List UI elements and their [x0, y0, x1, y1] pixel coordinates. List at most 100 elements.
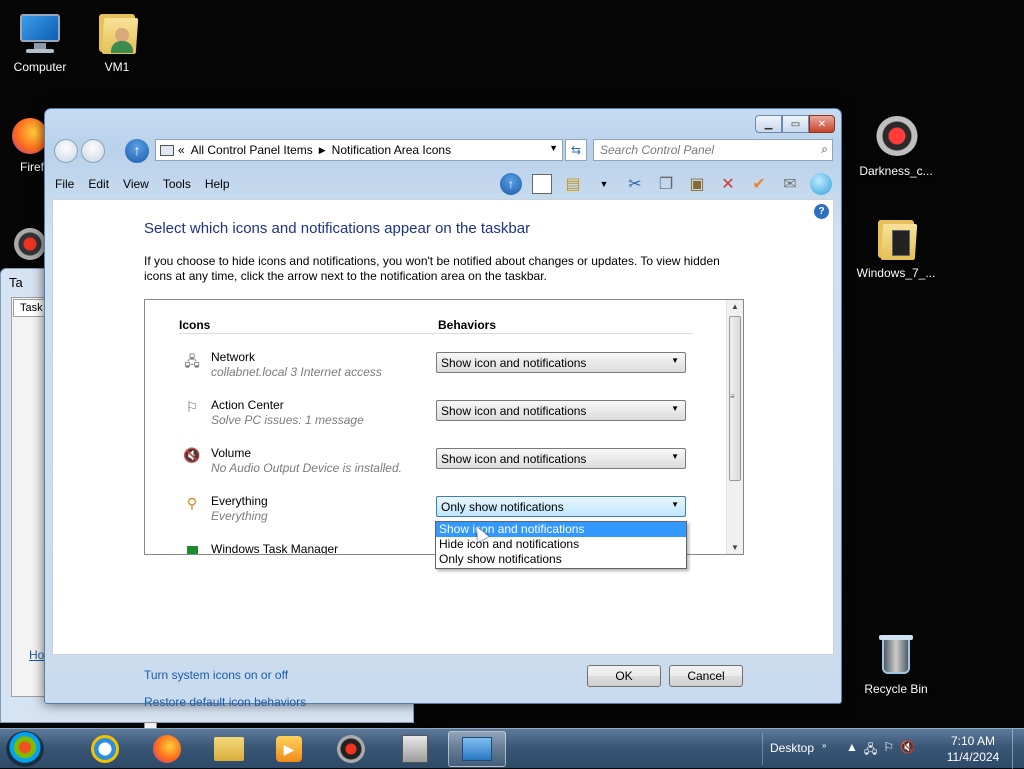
taskbar-windows-explorer[interactable]: [200, 731, 258, 767]
cancel-button[interactable]: Cancel: [669, 665, 743, 687]
taskbar-task-manager[interactable]: [386, 731, 444, 767]
desktop-icon-label: VM1: [104, 60, 130, 74]
clock-time: 7:10 AM: [950, 734, 996, 748]
toolbar-delete-button[interactable]: ✕: [714, 172, 742, 196]
toolbar-properties-button[interactable]: ▤: [559, 172, 587, 196]
folder-icon: [214, 737, 244, 761]
ok-button[interactable]: OK: [587, 665, 661, 687]
toolbar-pane-button[interactable]: [528, 172, 556, 196]
desktop-icon-firefox-partial[interactable]: Firef: [0, 118, 48, 174]
breadcrumb-all-control-panel-items[interactable]: All Control Panel Items: [191, 143, 313, 157]
taskbar-media-player[interactable]: ▶: [260, 731, 318, 767]
list-scrollbar[interactable]: ▲ ≡ ▼: [726, 300, 743, 554]
forward-button[interactable]: [81, 139, 105, 163]
list-item-action-center: ⚐ Action Center Solve PC issues: 1 messa…: [183, 396, 703, 436]
breadcrumb-separator-icon[interactable]: ▶: [319, 145, 326, 156]
page-title: Select which icons and notifications app…: [144, 220, 531, 237]
toolbar-mail-button[interactable]: ✉: [776, 172, 804, 196]
dropdown-option-hide[interactable]: Hide icon and notifications: [436, 537, 686, 552]
toolbar-cut-button[interactable]: ✂: [621, 172, 649, 196]
darkness-shortcut-partial-icon[interactable]: [14, 228, 46, 260]
taskbar-darkness[interactable]: [322, 731, 380, 767]
properties-icon: ▤: [565, 176, 581, 193]
behavior-select-action-center[interactable]: Show icon and notifications ▼: [436, 400, 686, 421]
desktop-icon-darkness[interactable]: Darkness_c...: [856, 112, 936, 178]
menu-help[interactable]: Help: [205, 177, 230, 191]
close-button[interactable]: ✕: [809, 115, 835, 133]
action-center-flag-icon[interactable]: ⚐: [883, 740, 894, 761]
chevron-down-icon: ▼: [671, 452, 679, 461]
tray-separator: [762, 733, 763, 765]
desktop-icon-recycle-bin[interactable]: Recycle Bin: [856, 630, 936, 696]
media-player-icon: ▶: [276, 736, 302, 762]
taskbar-internet-explorer[interactable]: [76, 731, 134, 767]
taskbar-clock[interactable]: 7:10 AM 11/4/2024: [938, 733, 1008, 765]
control-panel-icon: [462, 737, 492, 761]
back-button[interactable]: [54, 139, 78, 163]
list-item-volume: 🔇 Volume No Audio Output Device is insta…: [183, 444, 703, 484]
network-icon[interactable]: 🖧: [864, 740, 877, 761]
folder-icon: [872, 214, 920, 262]
notification-tray: ▲ 🖧 ⚐ 🔇: [846, 740, 921, 761]
flag-icon: ⚐: [185, 399, 199, 415]
behavior-select-volume[interactable]: Show icon and notifications ▼: [436, 448, 686, 469]
help-icon[interactable]: ?: [814, 204, 829, 219]
search-input[interactable]: Search Control Panel ⌕: [593, 139, 833, 161]
search-icon[interactable]: ⌕: [821, 142, 828, 157]
restore-defaults-link[interactable]: Restore default icon behaviors: [144, 695, 306, 709]
background-window-link[interactable]: Ho: [29, 648, 44, 662]
scroll-up-icon[interactable]: ▲: [731, 302, 739, 311]
up-arrow-icon: ↑: [500, 173, 522, 195]
user-folder-icon: [93, 8, 141, 56]
taskbar-control-panel[interactable]: [448, 731, 506, 767]
desktop-toolbar-chevron-icon[interactable]: »: [822, 741, 826, 750]
delete-x-icon: ✕: [721, 176, 735, 193]
computer-icon: [16, 8, 64, 56]
recycle-bin-icon: [872, 630, 920, 678]
toolbar-globe-button[interactable]: [807, 172, 835, 196]
turn-system-icons-link[interactable]: Turn system icons on or off: [144, 668, 288, 682]
up-level-button[interactable]: ↑: [125, 139, 149, 163]
desktop-icon-label: Firef: [20, 160, 44, 174]
select-value: Show icon and notifications: [441, 404, 587, 418]
toolbar-up-button[interactable]: ↑: [497, 172, 525, 196]
address-dropdown-icon[interactable]: ▼: [549, 143, 558, 153]
breadcrumb-notification-area-icons[interactable]: Notification Area Icons: [332, 143, 451, 157]
intro-text: If you choose to hide icons and notifica…: [144, 254, 720, 283]
maximize-button[interactable]: ▭: [782, 115, 809, 133]
toolbar-paste-button[interactable]: ▣: [683, 172, 711, 196]
icon-behavior-list[interactable]: Icons Behaviors 🖧 Network collabnet.loca…: [144, 299, 744, 555]
desktop-toolbar-label[interactable]: Desktop: [770, 741, 814, 755]
firefox-icon: [153, 735, 181, 763]
behavior-select-network[interactable]: Show icon and notifications ▼: [436, 352, 686, 373]
clock-date: 11/4/2024: [946, 750, 1000, 764]
notification-area-icons-window[interactable]: ▁ ▭ ✕ ↑ « All Control Panel Items ▶ Noti…: [44, 108, 842, 735]
toolbar-views-dropdown[interactable]: ▼: [590, 172, 618, 196]
taskbar-firefox[interactable]: [138, 731, 196, 767]
show-hidden-icons-icon[interactable]: ▲: [846, 740, 858, 761]
start-button[interactable]: [6, 731, 44, 767]
scissors-icon: ✂: [628, 176, 642, 193]
minimize-button[interactable]: ▁: [755, 115, 782, 133]
desktop-icon-vm1[interactable]: VM1: [77, 8, 157, 74]
behavior-select-everything[interactable]: Only show notifications ▼: [436, 496, 686, 517]
breadcrumb-root[interactable]: «: [178, 143, 185, 157]
scroll-down-icon[interactable]: ▼: [731, 543, 739, 552]
toolbar-check-button[interactable]: ✔: [745, 172, 773, 196]
row-name: Action Center: [211, 398, 284, 412]
show-desktop-button[interactable]: [1012, 729, 1024, 769]
address-bar[interactable]: « All Control Panel Items ▶ Notification…: [155, 139, 563, 161]
toolbar-copy-button[interactable]: ❐: [652, 172, 680, 196]
volume-muted-icon[interactable]: 🔇: [900, 740, 915, 761]
desktop-icon-windows7[interactable]: Windows_7_...: [856, 214, 936, 280]
row-name: Everything: [211, 494, 268, 508]
menu-edit[interactable]: Edit: [88, 177, 109, 191]
menu-file[interactable]: File: [55, 177, 74, 191]
menu-tools[interactable]: Tools: [163, 177, 191, 191]
row-name: Volume: [211, 446, 252, 460]
chevron-down-icon: ▼: [671, 404, 679, 413]
refresh-button[interactable]: ⇆: [565, 139, 587, 161]
menu-view[interactable]: View: [123, 177, 149, 191]
desktop-icon-computer[interactable]: Computer: [0, 8, 80, 74]
dropdown-option-only-notifications[interactable]: Only show notifications: [436, 552, 686, 567]
